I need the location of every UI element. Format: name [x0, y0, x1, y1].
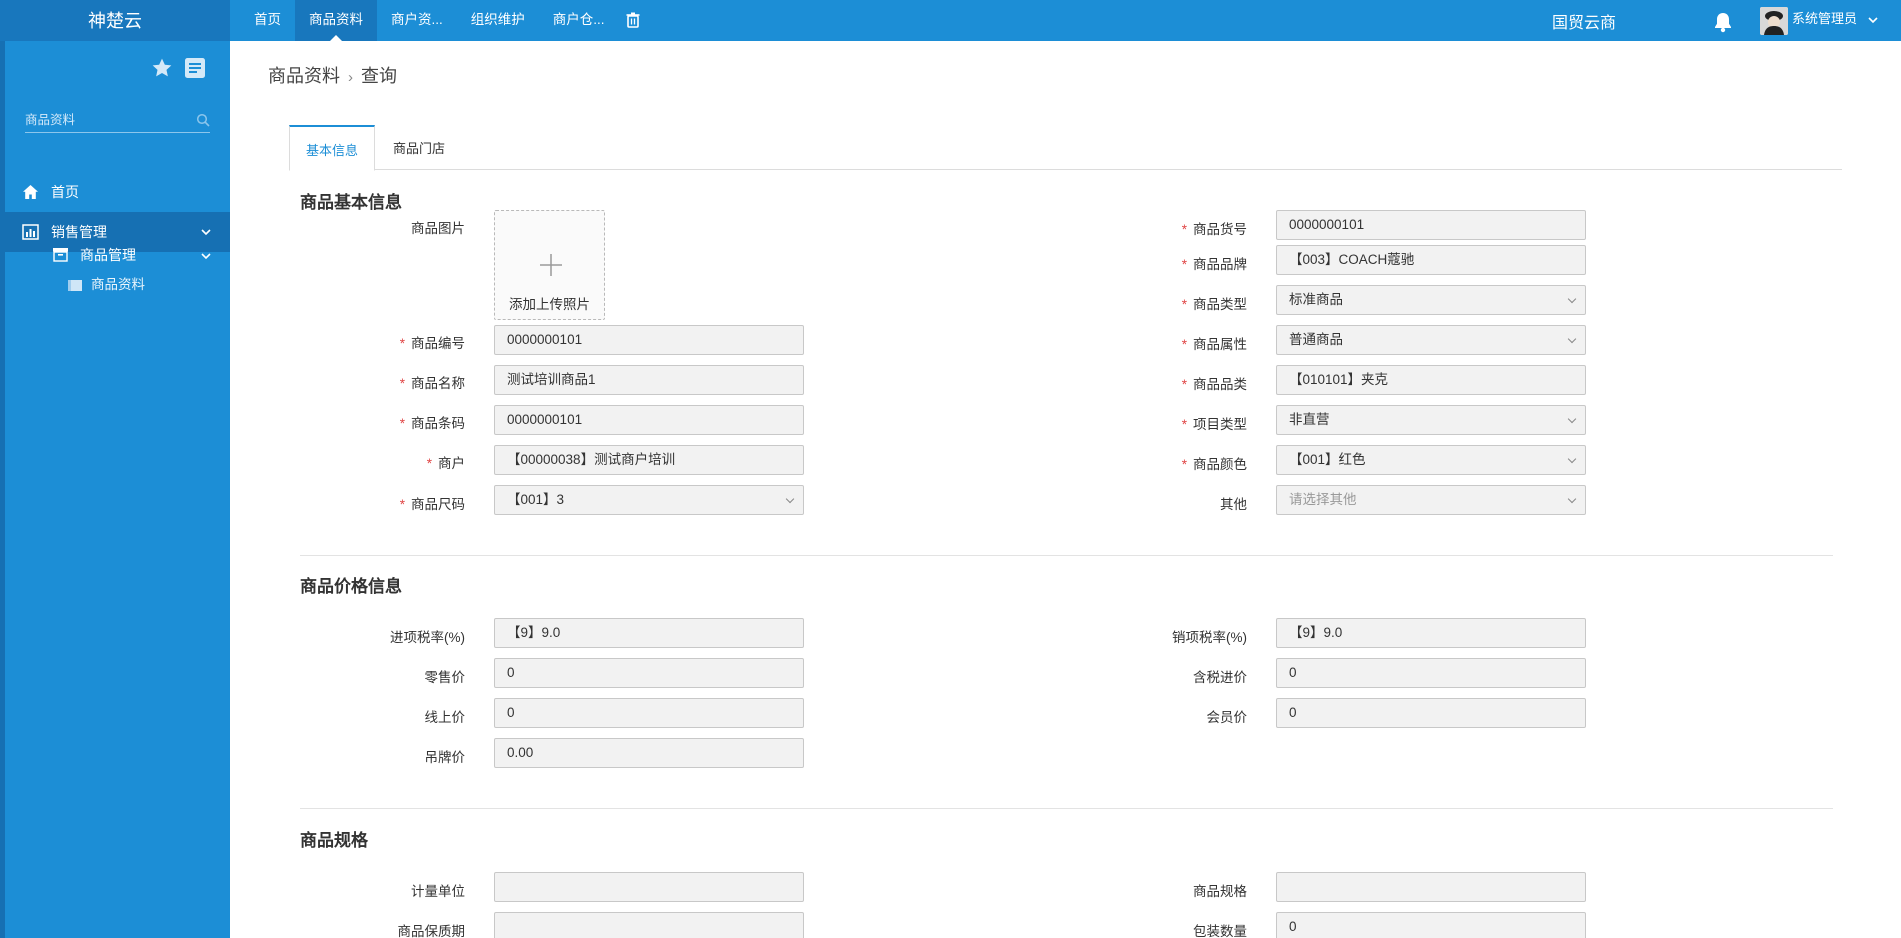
item-number-field[interactable]: 0000000101: [1276, 210, 1586, 240]
retail-price-field[interactable]: 0: [494, 658, 804, 688]
field-label: 吊牌价: [424, 750, 466, 765]
field-label: * 商品条码: [399, 416, 465, 431]
section-title-basic: 商品基本信息: [300, 193, 402, 212]
field-label: * 商品品类: [1181, 377, 1247, 392]
sidebar-item-goods-data[interactable]: 商品资料: [5, 272, 230, 298]
user-avatar-icon: [1760, 7, 1788, 35]
sidebar-item-label: 商品管理: [80, 247, 136, 263]
tab-basic-info[interactable]: 基本信息: [289, 125, 376, 171]
org-name: 国贸云商: [1552, 13, 1617, 32]
plus-icon: [540, 254, 562, 276]
breadcrumb-item[interactable]: 商品资料: [268, 66, 340, 86]
field-label: * 项目类型: [1181, 417, 1247, 432]
sidebar-item-label: 商品资料: [91, 277, 145, 292]
chevron-down-icon[interactable]: [1867, 15, 1879, 25]
field-label: 线上价: [424, 710, 466, 725]
image-upload[interactable]: 添加上传照片: [494, 210, 605, 320]
sidebar: 首页 销售管理 商品管理 商品资料: [0, 41, 230, 938]
input-tax-rate-field[interactable]: 【9】9.0: [494, 618, 804, 648]
brand-logo[interactable]: 神楚云: [0, 0, 230, 41]
field-label: * 商品颜色: [1181, 457, 1247, 472]
field-label: 包装数量: [1193, 924, 1247, 938]
spec-field[interactable]: [1276, 872, 1586, 902]
nav-merchant-data[interactable]: 商户资...: [377, 0, 457, 41]
breadcrumb-separator: ›: [348, 69, 353, 86]
avatar[interactable]: [1760, 7, 1788, 35]
category-field[interactable]: 【010101】夹克: [1276, 365, 1586, 395]
sidebar-item-home[interactable]: 首页: [5, 172, 230, 212]
goods-code-field[interactable]: 0000000101: [494, 325, 804, 355]
notes-icon[interactable]: [184, 57, 206, 79]
field-label: 计量单位: [411, 884, 465, 899]
sidebar-item-goods-mgmt[interactable]: 商品管理: [5, 242, 230, 268]
trash-icon[interactable]: [625, 12, 641, 28]
bell-icon[interactable]: [1712, 11, 1734, 33]
field-label: 含税进价: [1193, 670, 1247, 685]
tab-bar: 基本信息 商品门店: [289, 125, 1842, 171]
field-label: * 商品属性: [1181, 337, 1247, 352]
top-bar: 神楚云 首页 商品资料 商户资... 组织维护 商户仓... 国贸云商 系统管理…: [0, 0, 1901, 41]
field-label: * 商品货号: [1181, 222, 1247, 237]
field-label: * 商品品牌: [1181, 257, 1247, 272]
field-label: 销项税率(%): [1172, 630, 1247, 645]
sidebar-tools: [150, 57, 206, 79]
size-select[interactable]: 【001】3: [494, 485, 804, 515]
member-price-field[interactable]: 0: [1276, 698, 1586, 728]
field-label-image: 商品图片: [411, 221, 465, 236]
nav-merchant-warehouse[interactable]: 商户仓...: [539, 0, 619, 41]
sidebar-item-label: 首页: [51, 184, 79, 200]
field-label: 商品保质期: [397, 924, 466, 938]
nav-home[interactable]: 首页: [240, 0, 295, 41]
goods-attribute-select[interactable]: 普通商品: [1276, 325, 1586, 355]
goods-type-select[interactable]: 标准商品: [1276, 285, 1586, 315]
list-icon: [68, 280, 82, 291]
field-label: 进项税率(%): [390, 630, 465, 645]
search-icon[interactable]: [196, 113, 210, 127]
merchant-field[interactable]: 【00000038】测试商户培训: [494, 445, 804, 475]
bar-chart-icon: [22, 224, 39, 240]
unit-field[interactable]: [494, 872, 804, 902]
other-select[interactable]: 请选择其他: [1276, 485, 1586, 515]
goods-name-field[interactable]: 测试培训商品1: [494, 365, 804, 395]
section-title-spec: 商品规格: [300, 831, 368, 850]
breadcrumb-current: 查询: [361, 66, 397, 86]
breadcrumb: 商品资料 › 查询: [268, 62, 397, 88]
divider: [300, 555, 1833, 556]
field-label: * 商品类型: [1181, 297, 1247, 312]
chevron-down-icon: [201, 229, 211, 236]
top-nav: 首页 商品资料 商户资... 组织维护 商户仓...: [240, 0, 641, 41]
upload-text: 添加上传照片: [509, 297, 590, 312]
home-icon: [23, 185, 38, 199]
nav-goods-data[interactable]: 商品资料: [295, 0, 377, 41]
online-price-field[interactable]: 0: [494, 698, 804, 728]
field-label: 其他: [1220, 497, 1247, 512]
barcode-field[interactable]: 0000000101: [494, 405, 804, 435]
nav-org-maintain[interactable]: 组织维护: [457, 0, 539, 41]
package-qty-field[interactable]: 0: [1276, 912, 1586, 938]
field-label: * 商品编号: [399, 336, 465, 351]
output-tax-rate-field[interactable]: 【9】9.0: [1276, 618, 1586, 648]
archive-icon: [53, 248, 68, 262]
field-label: * 商品名称: [399, 376, 465, 391]
field-label: 会员价: [1206, 710, 1248, 725]
tag-price-field[interactable]: 0.00: [494, 738, 804, 768]
shelf-life-field[interactable]: [494, 912, 804, 938]
star-icon[interactable]: [150, 57, 174, 79]
user-name[interactable]: 系统管理员: [1792, 0, 1857, 38]
project-type-select[interactable]: 非直营: [1276, 405, 1586, 435]
divider: [300, 808, 1833, 809]
field-label: * 商户: [426, 456, 465, 471]
field-label: 零售价: [424, 670, 466, 685]
tab-goods-store[interactable]: 商品门店: [377, 125, 461, 170]
field-label: * 商品尺码: [399, 497, 465, 512]
sidebar-search: [25, 109, 210, 133]
field-label: 商品规格: [1193, 884, 1247, 899]
section-title-price: 商品价格信息: [300, 577, 402, 596]
chevron-down-icon: [201, 253, 211, 260]
tax-included-cost-field[interactable]: 0: [1276, 658, 1586, 688]
brand-field[interactable]: 【003】COACH蔻驰: [1276, 245, 1586, 275]
color-select[interactable]: 【001】红色: [1276, 445, 1586, 475]
sidebar-search-input[interactable]: [25, 109, 185, 131]
